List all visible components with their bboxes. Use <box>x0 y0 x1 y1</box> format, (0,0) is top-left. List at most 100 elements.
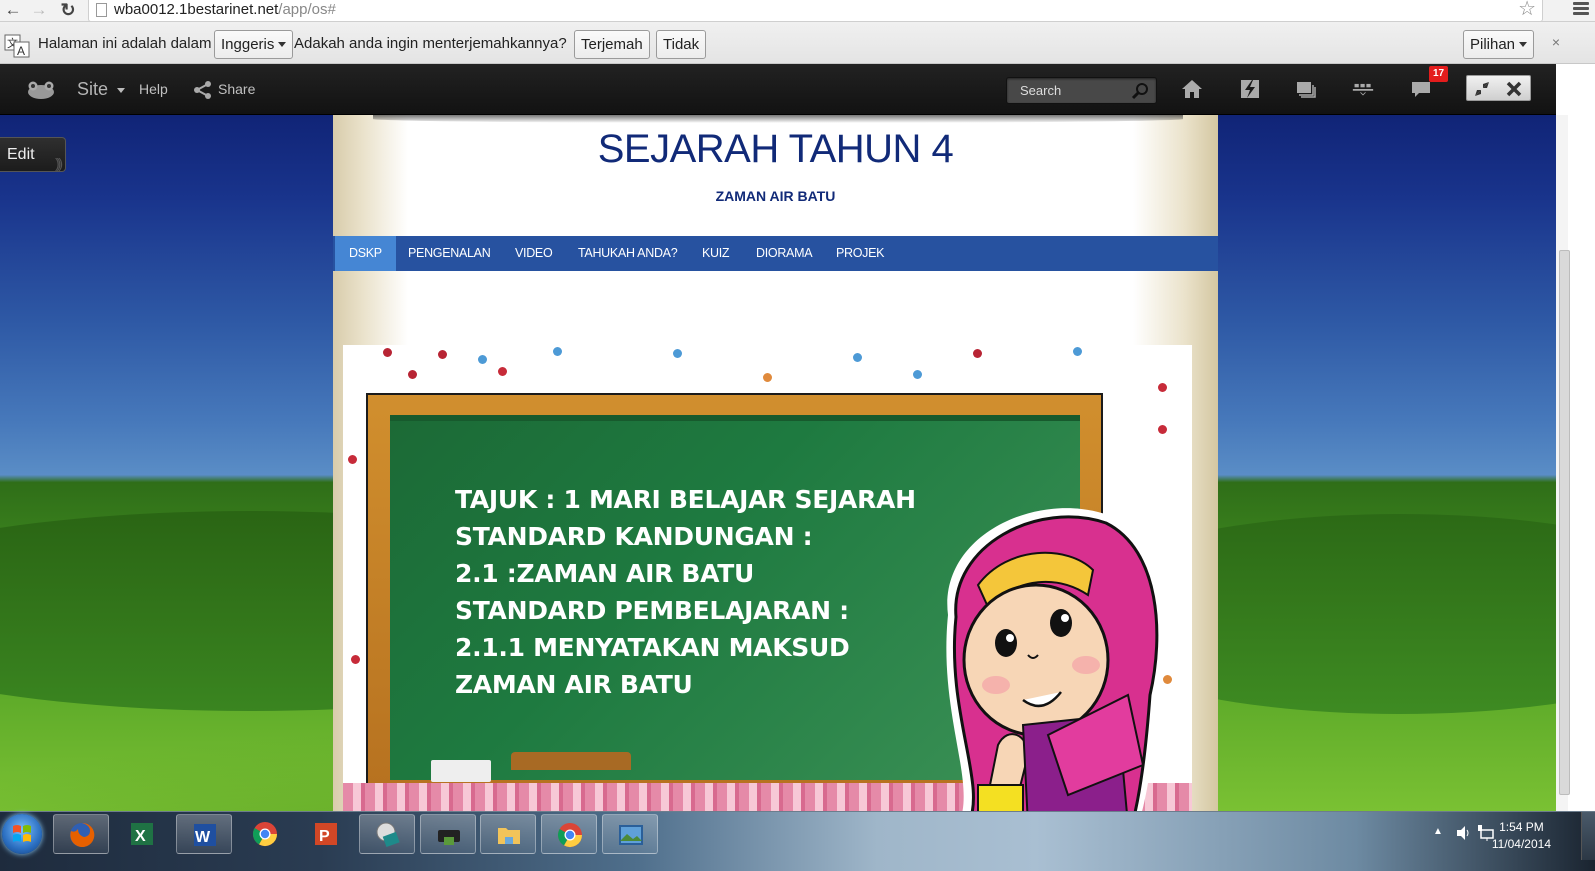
edit-tab[interactable]: Edit ))) <box>0 137 66 172</box>
cd-book-icon <box>376 822 400 848</box>
flower-decoration <box>973 349 982 358</box>
share-link[interactable]: Share <box>218 64 255 115</box>
share-icon[interactable] <box>193 80 213 100</box>
taskbar-cd-book[interactable] <box>359 814 415 854</box>
apps-tray-icon[interactable] <box>1352 78 1374 100</box>
close-icon[interactable]: × <box>1552 34 1560 50</box>
site-title: SEJARAH TAHUN 4 <box>597 127 954 171</box>
eraser-icon <box>511 752 631 770</box>
edit-label: Edit <box>7 146 35 163</box>
search-icon[interactable] <box>1131 82 1149 100</box>
language-select[interactable]: Inggeris <box>214 30 294 59</box>
search-input[interactable]: Search <box>1006 77 1157 104</box>
lightning-icon[interactable] <box>1239 78 1261 100</box>
chalk-icon <box>431 760 491 782</box>
windows-logo-icon <box>13 825 31 842</box>
folders-icon[interactable] <box>1295 78 1317 100</box>
paper-shadow <box>373 115 1183 123</box>
frog-logo-icon[interactable] <box>27 81 55 99</box>
clock-time: 1:54 PM <box>1499 820 1544 834</box>
options-label: Pilihan <box>1470 36 1516 53</box>
url-host: wba0012.1bestarinet.net <box>114 1 279 18</box>
taskbar-photo-viewer[interactable] <box>602 814 658 854</box>
site-menu[interactable]: Site <box>77 64 108 115</box>
firefox-icon <box>70 822 95 847</box>
arrow-left-icon[interactable]: ← <box>2 0 24 22</box>
hamburger-menu-icon[interactable] <box>1573 2 1589 16</box>
translate-infobar: 文 A Halaman ini adalah dalam Inggeris Ad… <box>0 22 1595 64</box>
nav-video[interactable]: VIDEO <box>501 236 566 271</box>
system-tray: ▲ 1:54 PM 11/04/2014 <box>1405 812 1595 871</box>
taskbar-chrome[interactable] <box>237 814 293 854</box>
arrow-right-icon[interactable]: → <box>28 0 50 22</box>
collapse-icon[interactable] <box>1473 80 1491 98</box>
site-navbar: DSKP PENGENALAN VIDEO TAHUKAH ANDA? KUIZ… <box>333 236 1218 271</box>
svg-text:X: X <box>135 828 146 845</box>
bookmark-star-icon[interactable]: ☆ <box>1518 0 1536 19</box>
flower-decoration <box>351 655 360 664</box>
options-button[interactable]: Pilihan <box>1463 30 1535 59</box>
chevron-down-icon <box>1519 42 1528 47</box>
svg-text:P: P <box>319 828 330 845</box>
flower-decoration <box>913 370 922 379</box>
word-icon: W <box>194 824 216 846</box>
taskbar-excel[interactable]: X <box>114 814 170 854</box>
hijab-girl-illustration <box>946 508 1166 811</box>
taskbar-chrome-window[interactable] <box>541 814 597 854</box>
flower-decoration <box>853 353 862 362</box>
windows-taskbar: X W P ▲ 1:54 PM 11/04/2014 <box>0 811 1595 871</box>
address-bar: ← → ↻ wba0012.1bestarinet.net/app/os# ☆ <box>0 0 1595 22</box>
svg-text:W: W <box>195 829 211 846</box>
taskbar-word[interactable]: W <box>176 814 232 854</box>
page-margin <box>1568 64 1595 811</box>
grip-icon: ))) <box>55 155 63 171</box>
board-line: 2.1.1 MENYATAKAN MAKSUD <box>455 633 850 662</box>
board-line: TAJUK : 1 MARI BELAJAR SEJARAH <box>455 485 916 514</box>
flower-decoration <box>478 355 487 364</box>
nav-diorama[interactable]: DIORAMA <box>742 236 826 271</box>
show-desktop-button[interactable] <box>1581 812 1595 860</box>
nav-dskp[interactable]: DSKP <box>335 236 396 271</box>
scrollbar-thumb[interactable] <box>1559 250 1570 795</box>
flower-decoration <box>408 370 417 379</box>
help-link[interactable]: Help <box>139 64 168 115</box>
reload-icon[interactable]: ↻ <box>57 0 79 22</box>
search-placeholder: Search <box>1020 83 1062 98</box>
excel-icon: X <box>131 823 153 845</box>
translate-button[interactable]: Terjemah <box>574 30 650 59</box>
show-hidden-icons[interactable]: ▲ <box>1433 826 1443 837</box>
taskbar-powerpoint[interactable]: P <box>298 814 354 854</box>
printer-icon <box>438 830 460 845</box>
nav-projek[interactable]: PROJEK <box>822 236 898 271</box>
close-icon[interactable] <box>1505 80 1523 98</box>
page-icon <box>96 3 107 17</box>
start-button[interactable] <box>2 814 42 854</box>
notification-badge: 17 <box>1429 66 1448 82</box>
home-icon[interactable] <box>1181 78 1203 100</box>
powerpoint-icon: P <box>315 823 337 845</box>
system-clock[interactable]: 1:54 PM 11/04/2014 <box>1492 819 1551 853</box>
nav-pengenalan[interactable]: PENGENALAN <box>394 236 504 271</box>
taskbar-explorer[interactable] <box>480 814 536 854</box>
folder-icon <box>498 828 520 844</box>
flower-decoration <box>383 348 392 357</box>
chevron-down-icon[interactable] <box>117 88 125 93</box>
window-controls <box>1466 75 1531 101</box>
url-path: /app/os# <box>278 1 336 18</box>
volume-icon[interactable] <box>1456 825 1472 841</box>
translate-prefix: Halaman ini adalah dalam <box>38 35 212 52</box>
board-line: ZAMAN AIR BATU <box>455 670 693 699</box>
nav-tahukah-anda[interactable]: TAHUKAH ANDA? <box>564 236 691 271</box>
flower-decoration <box>438 350 447 359</box>
vertical-scrollbar[interactable] <box>1556 115 1570 811</box>
taskbar-firefox[interactable] <box>53 814 109 854</box>
flower-decoration <box>498 367 507 376</box>
board-line: STANDARD PEMBELAJARAN : <box>455 596 849 625</box>
nav-kuiz[interactable]: KUIZ <box>688 236 743 271</box>
no-translate-button[interactable]: Tidak <box>656 30 707 59</box>
taskbar-printer[interactable] <box>420 814 476 854</box>
svg-text:A: A <box>17 44 25 58</box>
flower-decoration <box>1073 347 1082 356</box>
url-input[interactable]: wba0012.1bestarinet.net/app/os# ☆ <box>88 0 1543 22</box>
chrome-icon <box>557 823 582 848</box>
